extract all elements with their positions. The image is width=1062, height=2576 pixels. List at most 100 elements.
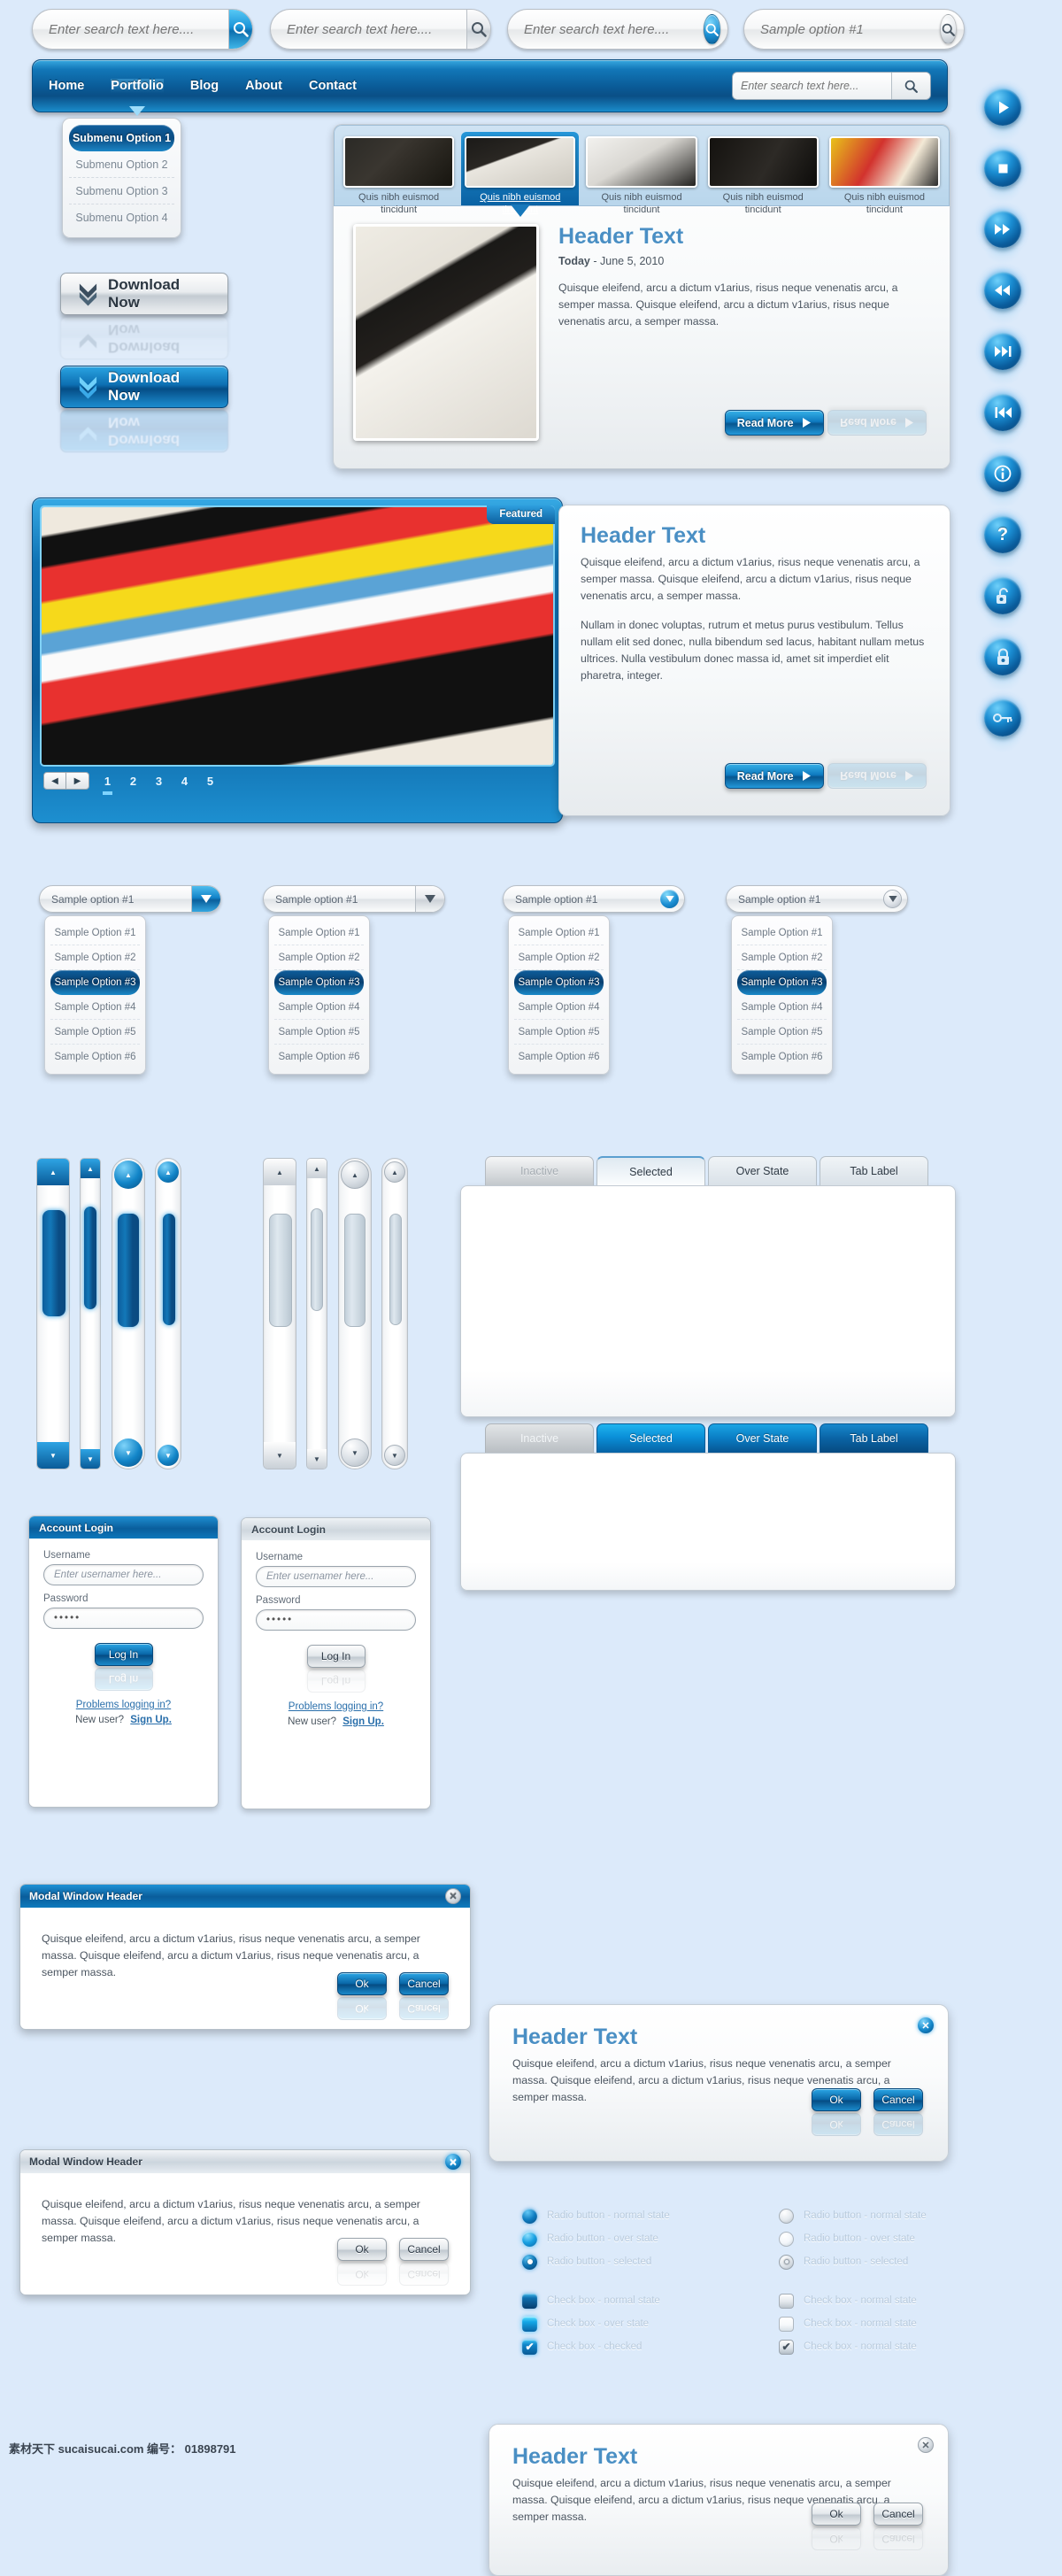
scroll-up-button[interactable]: ▲ xyxy=(81,1159,100,1178)
scroll-thumb[interactable] xyxy=(118,1214,139,1327)
radio-button-selected[interactable] xyxy=(779,2254,794,2270)
scrollbar-grey-round-wide[interactable]: ▲ ▼ xyxy=(338,1158,372,1469)
submenu-item-1[interactable]: Submenu Option 1 xyxy=(69,125,174,151)
nav-link-contact[interactable]: Contact xyxy=(309,79,357,93)
submenu-dropdown[interactable]: Submenu Option 1 Submenu Option 2 Submen… xyxy=(62,118,181,238)
checkbox-over[interactable] xyxy=(522,2316,537,2332)
search-button[interactable] xyxy=(466,10,490,49)
dropdown-option-6[interactable]: Sample Option #6 xyxy=(50,1045,140,1069)
submenu-item-3[interactable]: Submenu Option 3 xyxy=(69,178,174,204)
search-bar-blue-square[interactable] xyxy=(32,9,253,50)
nav-search[interactable] xyxy=(732,72,931,100)
dropdown-blue-circle[interactable]: Sample option #1 Sample Option #1 Sample… xyxy=(503,885,685,1075)
close-icon[interactable]: ✕ xyxy=(918,2437,934,2453)
password-field[interactable]: ••••• xyxy=(256,1609,416,1631)
dropdown-option-4[interactable]: Sample Option #4 xyxy=(274,995,364,1020)
scroll-thumb[interactable] xyxy=(269,1214,292,1327)
checkbox-row-normal[interactable]: Check box - normal state xyxy=(522,2289,743,2312)
tab-selected[interactable]: Selected xyxy=(596,1423,705,1453)
radio-row-over[interactable]: Radio button - over state xyxy=(779,2227,1000,2250)
cancel-button[interactable]: Cancel xyxy=(399,2238,449,2261)
controls-grey-column[interactable]: Radio button - normal state Radio button… xyxy=(779,2204,1000,2358)
username-field[interactable]: Enter usernamer here... xyxy=(256,1566,416,1587)
tab-over-state[interactable]: Over State xyxy=(708,1156,817,1185)
scrollbar-blue-round-wide[interactable]: ▲ ▼ xyxy=(112,1158,145,1469)
modal-window-titlebar[interactable]: Modal Window Header ✕ xyxy=(20,1885,470,1908)
scroll-up-button[interactable]: ▲ xyxy=(341,1161,369,1189)
nav-search-input[interactable] xyxy=(733,79,891,93)
modal-window-grey[interactable]: Modal Window Header ✕ Quisque eleifend, … xyxy=(19,2149,471,2295)
tab-inactive[interactable]: Inactive xyxy=(485,1423,594,1453)
radio-row-selected[interactable]: Radio button - selected xyxy=(522,2250,743,2273)
scroll-thumb[interactable] xyxy=(163,1214,175,1325)
dropdown-trigger[interactable]: Sample option #1 xyxy=(39,885,221,913)
radio-button-over[interactable] xyxy=(522,2231,537,2247)
gallery-thumb-5[interactable]: Quis nibh euismod tincidunt xyxy=(826,132,943,215)
fast-forward-button[interactable] xyxy=(984,211,1021,248)
dropdown-option-1[interactable]: Sample Option #1 xyxy=(737,921,827,945)
submenu-item-2[interactable]: Submenu Option 2 xyxy=(69,151,174,178)
radio-button-over[interactable] xyxy=(779,2231,794,2247)
dropdown-option-1[interactable]: Sample Option #1 xyxy=(274,921,364,945)
scroll-down-button[interactable]: ▼ xyxy=(384,1445,405,1466)
dropdown-option-list[interactable]: Sample Option #1 Sample Option #2 Sample… xyxy=(44,915,146,1075)
ok-button[interactable]: Ok xyxy=(812,2088,861,2111)
help-button[interactable]: ? xyxy=(984,516,1021,553)
dropdown-option-list[interactable]: Sample Option #1 Sample Option #2 Sample… xyxy=(268,915,370,1075)
dropdown-option-5[interactable]: Sample Option #5 xyxy=(514,1020,604,1045)
search-input[interactable] xyxy=(33,20,228,38)
chevron-down-icon[interactable] xyxy=(878,886,907,912)
scroll-up-button[interactable]: ▲ xyxy=(114,1161,142,1189)
close-icon[interactable]: ✕ xyxy=(918,2017,934,2033)
dropdown-option-4[interactable]: Sample Option #4 xyxy=(737,995,827,1020)
login-button[interactable]: Log In xyxy=(94,1643,153,1666)
radio-button-normal[interactable] xyxy=(522,2208,537,2224)
key-button[interactable] xyxy=(984,699,1021,737)
radio-row-normal[interactable]: Radio button - normal state xyxy=(522,2204,743,2227)
gallery-thumb-2[interactable]: Quis nibh euismod tincidunt xyxy=(461,132,580,215)
cancel-button[interactable]: Cancel xyxy=(399,1972,449,1995)
scroll-down-button[interactable]: ▼ xyxy=(114,1438,142,1467)
unlock-button[interactable] xyxy=(984,577,1021,614)
slider-page-1[interactable]: 1 xyxy=(100,775,115,795)
download-button-blue-group[interactable]: Download Now Download Now xyxy=(60,366,228,452)
ok-button[interactable]: Ok xyxy=(337,2238,387,2261)
nav-link-blog[interactable]: Blog xyxy=(190,79,219,93)
problems-logging-in-link[interactable]: Problems logging in? xyxy=(256,1701,416,1712)
gallery-read-more-button[interactable]: Read More xyxy=(724,410,824,436)
gallery-thumb-3[interactable]: Quis nibh euismod tincidunt xyxy=(582,132,700,215)
dropdown-option-5[interactable]: Sample Option #5 xyxy=(274,1020,364,1045)
slider-next-button[interactable]: ▶ xyxy=(66,772,89,790)
scroll-up-button[interactable]: ▲ xyxy=(384,1161,405,1183)
login-form-grey[interactable]: Account Login Username Enter usernamer h… xyxy=(241,1517,431,1809)
signup-link[interactable]: Sign Up. xyxy=(342,1716,384,1727)
dropdown-option-list[interactable]: Sample Option #1 Sample Option #2 Sample… xyxy=(508,915,610,1075)
username-field[interactable]: Enter usernamer here... xyxy=(43,1564,204,1585)
gallery-thumb-4[interactable]: Quis nibh euismod tincidunt xyxy=(704,132,822,215)
dropdown-option-1[interactable]: Sample Option #1 xyxy=(514,921,604,945)
info-button[interactable] xyxy=(984,455,1021,492)
checkbox-over[interactable] xyxy=(779,2316,794,2332)
scrollbar-blue-square-wide[interactable]: ▲ ▼ xyxy=(36,1158,70,1469)
gallery-thumb-1[interactable]: Quis nibh euismod tincidunt xyxy=(340,132,458,215)
submenu-item-4[interactable]: Submenu Option 4 xyxy=(69,204,174,231)
radio-button-normal[interactable] xyxy=(779,2208,794,2224)
card-modal-blue-close[interactable]: ✕ Header Text Quisque eleifend, arcu a d… xyxy=(489,2004,949,2162)
cancel-button[interactable]: Cancel xyxy=(873,2088,923,2111)
ok-button[interactable]: Ok xyxy=(812,2503,861,2526)
dropdown-option-6[interactable]: Sample Option #6 xyxy=(514,1045,604,1069)
checkbox-normal[interactable] xyxy=(779,2293,794,2309)
card-modal-grey-close[interactable]: ✕ Header Text Quisque eleifend, arcu a d… xyxy=(489,2424,949,2576)
controls-blue-column[interactable]: Radio button - normal state Radio button… xyxy=(522,2204,743,2358)
scrollbar-grey-square-wide[interactable]: ▲ ▼ xyxy=(263,1158,296,1469)
stop-button[interactable] xyxy=(984,150,1021,187)
featured-slider[interactable]: Featured ◀ ▶ 1 2 3 4 5 xyxy=(32,497,563,823)
scroll-down-button[interactable]: ▼ xyxy=(341,1438,369,1467)
dropdown-option-5[interactable]: Sample Option #5 xyxy=(737,1020,827,1045)
tab-over-state[interactable]: Over State xyxy=(708,1423,817,1453)
checkbox-row-checked[interactable]: ✔ Check box - normal state xyxy=(779,2335,1000,2358)
scroll-thumb[interactable] xyxy=(389,1214,402,1325)
download-now-blue-button[interactable]: Download Now xyxy=(60,366,228,408)
dropdown-option-3[interactable]: Sample Option #3 xyxy=(737,970,827,995)
nav-link-portfolio[interactable]: Portfolio xyxy=(111,79,164,93)
